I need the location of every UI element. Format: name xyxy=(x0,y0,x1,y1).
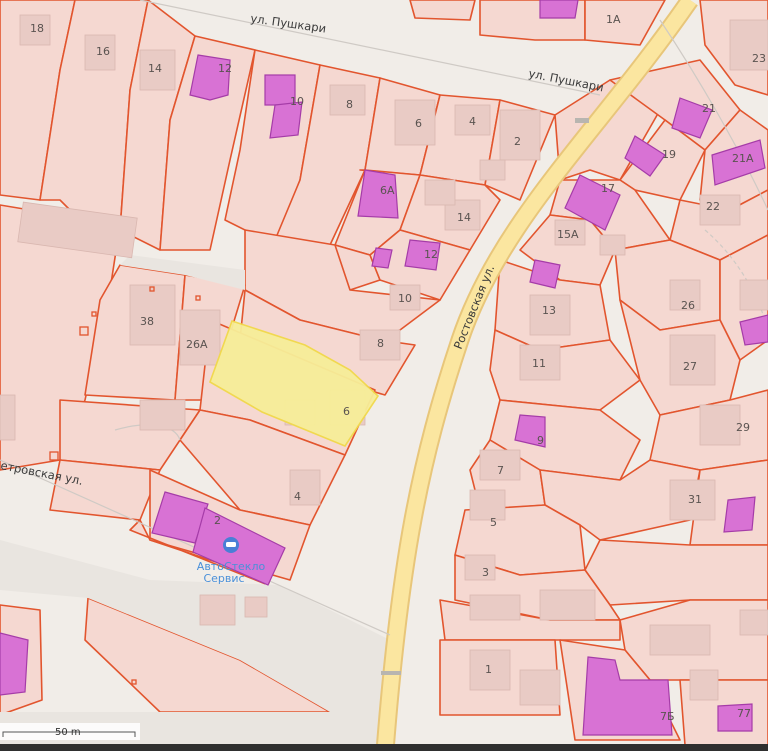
house-number: 13 xyxy=(542,304,556,317)
house-number: 6А xyxy=(380,184,395,197)
house-number: 5 xyxy=(490,516,497,529)
house-number: 27 xyxy=(683,360,697,373)
house-number: 1А xyxy=(606,13,621,26)
house-number: 19 xyxy=(662,148,676,161)
house-number: 21А xyxy=(732,152,754,165)
house-number: 10 xyxy=(290,95,304,108)
house-number: 6 xyxy=(415,117,422,130)
house-number: 26А xyxy=(186,338,208,351)
house-number: 16 xyxy=(96,45,110,58)
house-number: 22 xyxy=(706,200,720,213)
house-number: 21 xyxy=(702,102,716,115)
scale-label: 50 m xyxy=(55,727,81,738)
house-number: 6 xyxy=(343,405,350,418)
house-number: 18 xyxy=(30,22,44,35)
house-number: 9 xyxy=(537,434,544,447)
scale-bar: 50 m xyxy=(0,723,140,740)
house-number: 14 xyxy=(148,62,162,75)
house-number: 7Б xyxy=(660,710,675,723)
house-number: 38 xyxy=(140,315,154,328)
house-number: 4 xyxy=(469,115,476,128)
house-number: 11 xyxy=(532,357,546,370)
house-number: 15А xyxy=(557,228,579,241)
bottom-edge xyxy=(0,744,768,751)
house-number: 2 xyxy=(214,514,221,527)
house-number: 3 xyxy=(482,566,489,579)
house-number: 8 xyxy=(346,98,353,111)
house-number: 1 xyxy=(485,663,492,676)
house-number: 10 xyxy=(398,292,412,305)
house-number: 2 xyxy=(514,135,521,148)
poi-name-line2: Сервис xyxy=(203,572,244,585)
house-number: 8 xyxy=(377,337,384,350)
house-number: 29 xyxy=(736,421,750,434)
house-number: 4 xyxy=(294,490,301,503)
house-number: 31 xyxy=(688,493,702,506)
house-number: 12 xyxy=(424,248,438,261)
house-number: 12 xyxy=(218,62,232,75)
house-number: 77 xyxy=(737,707,751,720)
house-number: 17 xyxy=(601,182,615,195)
house-number: 26 xyxy=(681,299,695,312)
cadastral-map[interactable]: 18 16 14 12 10 8 6 4 2 1А 23 21 19 21А 2… xyxy=(0,0,768,751)
house-number: 23 xyxy=(752,52,766,65)
house-number: 14 xyxy=(457,211,471,224)
car-icon-body xyxy=(226,542,236,547)
house-number: 7 xyxy=(497,464,504,477)
